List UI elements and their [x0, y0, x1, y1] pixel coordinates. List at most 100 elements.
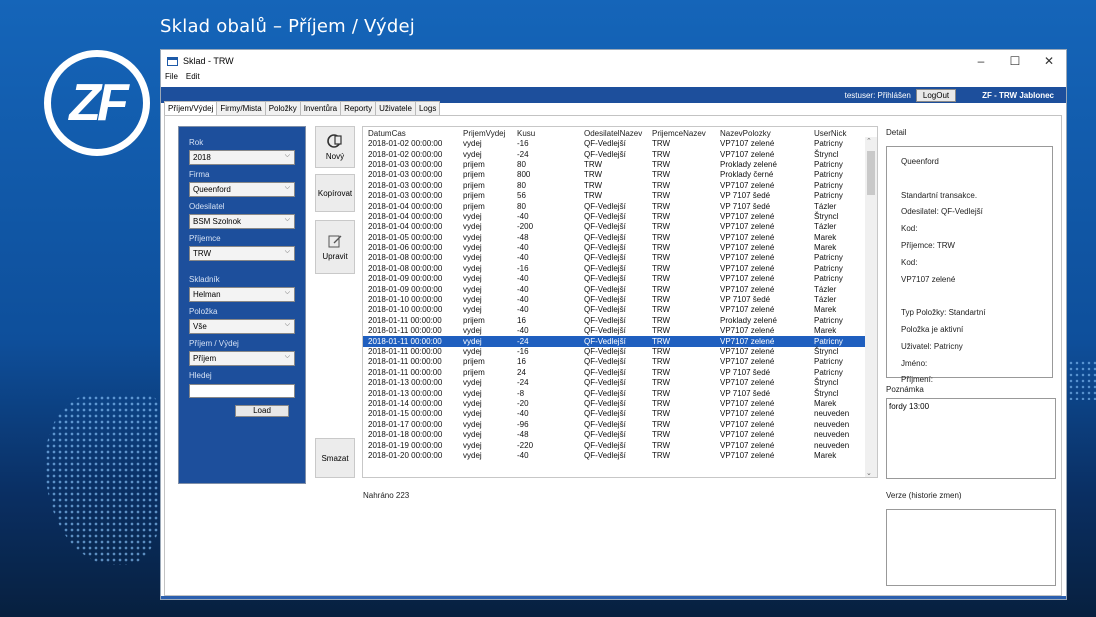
- col-prijemce[interactable]: PrijemceNazev: [647, 127, 715, 139]
- table-row[interactable]: 2018-01-11 00:00:00 prijem 24 QF-Vedlejší TR…: [363, 368, 867, 378]
- table-cell: 80: [517, 180, 526, 190]
- skladnik-select[interactable]: Helman ⌵: [189, 287, 295, 302]
- load-button[interactable]: Load: [235, 405, 289, 417]
- col-usernick[interactable]: UserNick: [809, 127, 867, 139]
- prijemvydej-select[interactable]: Příjem ⌵: [189, 351, 295, 366]
- table-row[interactable]: 2018-01-04 00:00:00 vydej -40 QF-Vedlejší TR…: [363, 212, 867, 222]
- table-row[interactable]: 2018-01-03 00:00:00 prijem 800 TRW TRW Prokla…: [363, 170, 867, 180]
- table-cell: VP7107 zelené: [720, 409, 775, 419]
- table-cell: VP7107 zelené: [720, 180, 775, 190]
- grid-scrollbar[interactable]: ⌃ ⌄: [865, 137, 877, 477]
- table-row[interactable]: 2018-01-10 00:00:00 vydej -40 QF-Vedlejší TR…: [363, 305, 867, 315]
- table-row[interactable]: 2018-01-06 00:00:00 vydej -40 QF-Vedlejší TR…: [363, 243, 867, 253]
- tab-firmy-mista[interactable]: Firmy/Mista: [216, 101, 266, 115]
- table-cell: -24: [512, 336, 579, 347]
- scroll-down-icon[interactable]: ⌄: [866, 469, 872, 477]
- table-cell: -40: [517, 274, 529, 284]
- table-row[interactable]: 2018-01-11 00:00:00 vydej -40 QF-Vedlejší TR…: [363, 326, 867, 336]
- table-row[interactable]: 2018-01-13 00:00:00 vydej -8 QF-Vedlejší TRW…: [363, 388, 867, 398]
- table-cell: Štryncl: [814, 347, 839, 356]
- col-nazevpolozky[interactable]: NazevPolozky: [715, 127, 809, 139]
- rok-select[interactable]: 2018 ⌵: [189, 150, 295, 165]
- col-odesilatel[interactable]: OdesilatelNazev: [579, 127, 647, 139]
- maximize-button[interactable]: ☐: [998, 54, 1032, 68]
- table-row[interactable]: 2018-01-02 00:00:00 vydej -16 QF-Vedlejší TR…: [363, 139, 867, 149]
- odesilatel-select[interactable]: BSM Szolnok ⌵: [189, 214, 295, 229]
- table-row[interactable]: 2018-01-03 00:00:00 prijem 56 TRW TRW VP 7107…: [363, 191, 867, 201]
- edit-button[interactable]: Upravit: [315, 220, 355, 274]
- table-cell: 2018-01-05 00:00:00: [368, 232, 443, 242]
- table-cell: 2018-01-19 00:00:00: [368, 440, 443, 450]
- new-button[interactable]: Nový: [315, 126, 355, 168]
- table-cell: 2018-01-17 00:00:00: [368, 419, 443, 429]
- table-row[interactable]: 2018-01-14 00:00:00 vydej -20 QF-Vedlejší TR…: [363, 399, 867, 409]
- table-row[interactable]: 2018-01-03 00:00:00 prijem 80 TRW TRW VP7107 …: [363, 181, 867, 191]
- table-row[interactable]: 2018-01-15 00:00:00 vydej -40 QF-Vedlejší TR…: [363, 409, 867, 419]
- table-cell: vydej: [463, 295, 482, 305]
- table-row[interactable]: 2018-01-02 00:00:00 vydej -24 QF-Vedlejší TR…: [363, 149, 867, 159]
- table-cell: -16: [517, 139, 529, 149]
- table-row[interactable]: 2018-01-19 00:00:00 vydej -220 QF-Vedlejší T…: [363, 440, 867, 450]
- scrollbar-thumb[interactable]: [867, 151, 875, 195]
- tab-reporty[interactable]: Reporty: [340, 101, 377, 115]
- table-row[interactable]: 2018-01-08 00:00:00 vydej -40 QF-Vedlejší TR…: [363, 253, 867, 263]
- table-row[interactable]: 2018-01-04 00:00:00 prijem 80 QF-Vedlejší TR…: [363, 201, 867, 211]
- tab-logs[interactable]: Logs: [414, 101, 441, 115]
- table-row[interactable]: 2018-01-11 00:00:00 prijem 16 QF-Vedlejší TR…: [363, 316, 867, 326]
- copy-button[interactable]: Kopírovat: [315, 174, 355, 212]
- table-row[interactable]: 2018-01-17 00:00:00 vydej -96 QF-Vedlejší TR…: [363, 420, 867, 430]
- table-row[interactable]: 2018-01-04 00:00:00 vydej -200 QF-Vedlejší T…: [363, 222, 867, 232]
- tab-prijem-vydej[interactable]: Příjem/Výdej: [164, 101, 218, 116]
- tab-polozky[interactable]: Položky: [264, 101, 301, 115]
- col-kusu[interactable]: Kusu: [512, 127, 579, 139]
- logout-button[interactable]: LogOut: [915, 88, 957, 102]
- polozka-select[interactable]: Vše ⌵: [189, 319, 295, 334]
- col-prijemvydej[interactable]: PrijemVydej: [458, 127, 512, 139]
- tab-uzivatele[interactable]: Uživatele: [375, 101, 416, 115]
- table-cell: Patricny: [814, 367, 843, 377]
- table-cell: VP7107 zelené: [720, 430, 775, 440]
- col-datumcas[interactable]: DatumCas: [363, 127, 458, 139]
- table-cell: TRW: [652, 419, 671, 429]
- menu-edit[interactable]: Edit: [186, 72, 200, 85]
- minimize-button[interactable]: –: [964, 54, 998, 68]
- table-cell: -40: [517, 409, 529, 419]
- table-cell: -48: [517, 430, 529, 440]
- table-cell: QF-Vedlejší: [584, 222, 626, 232]
- table-cell: vydej: [463, 409, 482, 419]
- table-row[interactable]: 2018-01-03 00:00:00 prijem 80 TRW TRW Proklad…: [363, 160, 867, 170]
- firma-select[interactable]: Queenford ⌵: [189, 182, 295, 197]
- table-row[interactable]: 2018-01-10 00:00:00 vydej -40 QF-Vedlejší TR…: [363, 295, 867, 305]
- table-row[interactable]: 2018-01-09 00:00:00 vydej -40 QF-Vedlejší TR…: [363, 284, 867, 294]
- tab-inventura[interactable]: Inventůra: [299, 101, 342, 115]
- window-bottom-bar: [161, 596, 1066, 599]
- prijemce-select[interactable]: TRW ⌵: [189, 246, 295, 261]
- scroll-up-icon[interactable]: ⌃: [866, 137, 872, 145]
- table-cell: -8: [517, 388, 525, 398]
- table-row[interactable]: 2018-01-08 00:00:00 vydej -16 QF-Vedlejší TR…: [363, 264, 867, 274]
- table-cell: QF-Vedlejší: [584, 139, 626, 149]
- table-row[interactable]: 2018-01-20 00:00:00 vydej -40 QF-Vedlejší TR…: [363, 451, 867, 461]
- table-row[interactable]: 2018-01-11 00:00:00 vydej -24 QF-Vedlejší TR…: [363, 336, 867, 347]
- close-button[interactable]: ✕: [1032, 54, 1066, 68]
- version-history-box[interactable]: [886, 509, 1056, 586]
- menu-file[interactable]: File: [165, 72, 178, 85]
- table-cell: QF-Vedlejší: [584, 149, 626, 159]
- note-textarea[interactable]: fordy 13:00: [886, 398, 1056, 479]
- table-row[interactable]: 2018-01-11 00:00:00 prijem 16 QF-Vedlejší TR…: [363, 357, 867, 367]
- table-cell: QF-Vedlejší: [584, 378, 626, 388]
- new-document-icon: [327, 134, 342, 148]
- table-row[interactable]: 2018-01-18 00:00:00 vydej -48 QF-Vedlejší TR…: [363, 430, 867, 440]
- table-cell: VP7107 zelené: [720, 232, 775, 242]
- table-row[interactable]: 2018-01-11 00:00:00 vydej -16 QF-Vedlejší TR…: [363, 347, 867, 357]
- table-cell: TRW: [652, 305, 671, 315]
- table-cell: -40: [517, 326, 529, 336]
- table-row[interactable]: 2018-01-09 00:00:00 vydej -40 QF-Vedlejší TR…: [363, 274, 867, 284]
- table-cell: -40: [517, 253, 529, 263]
- search-input[interactable]: [189, 384, 295, 398]
- table-cell: Proklady černé: [720, 170, 774, 180]
- delete-label: Smazat: [321, 453, 349, 463]
- table-row[interactable]: 2018-01-05 00:00:00 vydej -48 QF-Vedlejší TR…: [363, 233, 867, 243]
- delete-button[interactable]: Smazat: [315, 438, 355, 478]
- table-row[interactable]: 2018-01-13 00:00:00 vydej -24 QF-Vedlejší TR…: [363, 378, 867, 388]
